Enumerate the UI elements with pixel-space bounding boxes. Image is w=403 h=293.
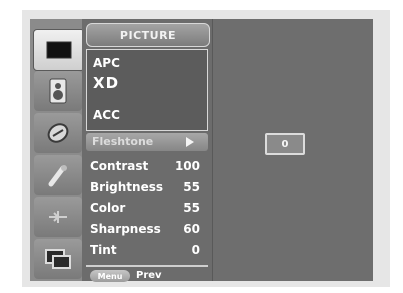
picture-menu-panel: PICTURE APC XD ACC Fleshtone Contrast 10… <box>82 19 212 283</box>
audio-speaker-icon <box>49 78 67 104</box>
pip-icon <box>45 249 71 269</box>
setting-sharpness[interactable]: Sharpness 60 <box>90 222 208 242</box>
submenu-item-acc[interactable]: ACC <box>93 108 120 122</box>
time-menu-button[interactable] <box>34 113 82 153</box>
audio-menu-button[interactable] <box>34 71 82 111</box>
setting-color[interactable]: Color 55 <box>90 201 208 221</box>
setting-label: Sharpness <box>90 222 161 236</box>
menu-title: PICTURE <box>86 23 210 47</box>
setting-label: Tint <box>90 243 117 257</box>
setting-value: 55 <box>183 180 200 194</box>
osd-frame: PICTURE APC XD ACC Fleshtone Contrast 10… <box>22 10 390 287</box>
time-clock-icon <box>47 123 69 143</box>
picture-submenu: APC XD ACC <box>86 49 208 131</box>
pip-menu-button[interactable] <box>34 239 82 279</box>
setting-label: Contrast <box>90 159 149 173</box>
setting-value: 100 <box>174 159 200 173</box>
setting-value: 55 <box>183 201 200 215</box>
menu-icon-column <box>30 19 86 281</box>
setting-brightness[interactable]: Brightness 55 <box>90 180 208 200</box>
setting-tint[interactable]: Tint 0 <box>90 243 208 263</box>
menu-footer: Menu Prev <box>86 265 208 283</box>
screen-menu-button[interactable] <box>34 197 82 237</box>
picture-menu-icon <box>46 41 72 59</box>
submenu-item-xd[interactable]: XD <box>93 74 119 92</box>
menu-key-button[interactable]: Menu <box>90 270 130 282</box>
setting-label: Color <box>90 201 126 215</box>
arrow-right-icon <box>186 137 194 147</box>
setting-contrast[interactable]: Contrast 100 <box>90 159 208 179</box>
option-screen-icon <box>49 211 67 223</box>
special-menu-button[interactable] <box>34 155 82 195</box>
preview-area: 0 <box>212 19 373 281</box>
fleshtone-value-box: 0 <box>265 133 305 155</box>
submenu-item-apc[interactable]: APC <box>93 56 120 70</box>
setting-value: 60 <box>183 222 200 236</box>
fleshtone-label: Fleshtone <box>92 135 154 148</box>
prev-label: Prev <box>136 270 162 281</box>
picture-menu-button[interactable] <box>33 29 85 71</box>
setting-value: 0 <box>191 243 200 257</box>
setting-label: Brightness <box>90 180 164 194</box>
fleshtone-item[interactable]: Fleshtone <box>86 133 208 151</box>
special-setup-icon <box>48 165 67 187</box>
